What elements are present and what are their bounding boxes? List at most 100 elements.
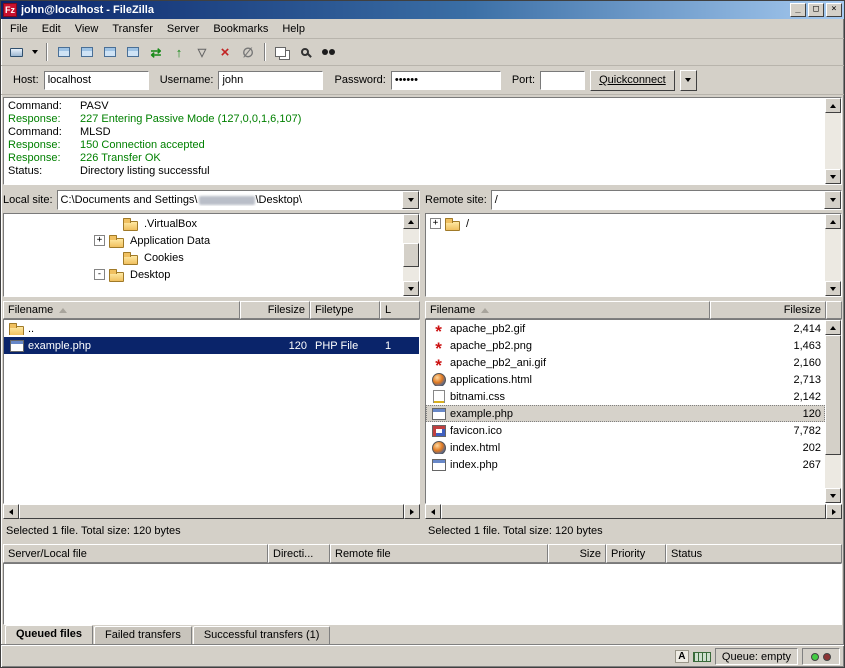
column-server-local-file[interactable]: Server/Local file — [3, 544, 268, 563]
scroll-left-button[interactable] — [425, 504, 441, 519]
scroll-thumb[interactable] — [441, 504, 826, 519]
file-row[interactable]: index.php267 — [426, 456, 825, 473]
column-filename[interactable]: Filename — [3, 301, 240, 319]
collapse-minus-icon[interactable]: - — [94, 269, 105, 280]
host-input[interactable] — [44, 71, 149, 90]
file-row[interactable]: apache_pb2.png1,463 — [426, 337, 825, 354]
column-direction[interactable]: Directi... — [268, 544, 330, 563]
disconnect-icon[interactable] — [237, 41, 259, 63]
minimize-button[interactable]: _ — [790, 3, 806, 17]
file-row[interactable]: apache_pb2_ani.gif2,160 — [426, 354, 825, 371]
queue-tabs: Queued files Failed transfers Successful… — [1, 625, 844, 645]
remote-tree-scrollbar[interactable] — [825, 214, 841, 296]
log-line: Response:227 Entering Passive Mode (127,… — [8, 113, 823, 126]
scroll-up-button[interactable] — [403, 214, 419, 229]
toggle-remote-tree-icon[interactable] — [99, 41, 121, 63]
transfer-queue-list[interactable] — [3, 563, 842, 625]
file-row-parent-dir[interactable]: .. — [4, 320, 419, 337]
process-queue-icon[interactable] — [168, 41, 190, 63]
expand-plus-icon[interactable]: + — [94, 235, 105, 246]
toggle-log-icon[interactable] — [53, 41, 75, 63]
transfer-type-indicator-icon[interactable]: A — [675, 650, 689, 663]
toggle-queue-icon[interactable] — [122, 41, 144, 63]
menu-edit[interactable]: Edit — [35, 21, 68, 37]
redacted-username — [199, 196, 255, 205]
column-remote-file[interactable]: Remote file — [330, 544, 548, 563]
menu-server[interactable]: Server — [160, 21, 206, 37]
refresh-icon[interactable] — [145, 41, 167, 63]
local-tree-scrollbar[interactable] — [403, 214, 419, 296]
scroll-up-button[interactable] — [825, 320, 841, 335]
file-row-example-php[interactable]: example.php120 — [426, 405, 825, 422]
local-status-text: Selected 1 file. Total size: 120 bytes — [3, 521, 420, 540]
quickconnect-button[interactable]: Quickconnect — [590, 70, 675, 91]
column-filesize[interactable]: Filesize — [240, 301, 310, 319]
scroll-left-button[interactable] — [3, 504, 19, 519]
file-row[interactable]: applications.html2,713 — [426, 371, 825, 388]
find-files-icon[interactable] — [294, 41, 316, 63]
directory-comparison-icon[interactable] — [271, 41, 293, 63]
tree-item-application-data[interactable]: +Application Data — [4, 232, 403, 249]
scroll-right-button[interactable] — [404, 504, 420, 519]
cancel-icon[interactable] — [214, 41, 236, 63]
close-button[interactable]: × — [826, 3, 842, 17]
username-input[interactable] — [218, 71, 323, 90]
log-scrollbar[interactable] — [825, 98, 841, 184]
column-size[interactable]: Size — [548, 544, 606, 563]
filter-icon[interactable] — [191, 41, 213, 63]
tab-failed-transfers[interactable]: Failed transfers — [94, 626, 192, 645]
menu-file[interactable]: File — [3, 21, 35, 37]
scroll-thumb[interactable] — [19, 504, 404, 519]
column-status[interactable]: Status — [666, 544, 842, 563]
file-row[interactable]: index.html202 — [426, 439, 825, 456]
column-last-modified[interactable]: L — [380, 301, 420, 319]
site-manager-dropdown-icon[interactable] — [28, 41, 41, 63]
column-filetype[interactable]: Filetype — [310, 301, 380, 319]
scroll-thumb[interactable] — [825, 335, 841, 455]
maximize-button[interactable]: □ — [808, 3, 824, 17]
scroll-down-button[interactable] — [825, 281, 841, 296]
menu-help[interactable]: Help — [275, 21, 312, 37]
file-row[interactable]: favicon.ico7,782 — [426, 422, 825, 439]
scroll-down-button[interactable] — [403, 281, 419, 296]
scroll-up-button[interactable] — [825, 98, 841, 113]
column-filename[interactable]: Filename — [425, 301, 710, 319]
scroll-thumb[interactable] — [403, 243, 419, 267]
toggle-local-tree-icon[interactable] — [76, 41, 98, 63]
tree-item-virtualbox[interactable]: .VirtualBox — [4, 215, 403, 232]
image-file-icon — [430, 356, 447, 369]
remote-hscrollbar[interactable] — [425, 504, 842, 519]
menu-bookmarks[interactable]: Bookmarks — [206, 21, 275, 37]
file-row-example-php[interactable]: example.php 120 PHP File 1 — [4, 337, 419, 354]
menu-view[interactable]: View — [68, 21, 106, 37]
expand-plus-icon[interactable]: + — [430, 218, 441, 229]
file-row[interactable]: bitnami.css2,142 — [426, 388, 825, 405]
titlebar[interactable]: Fz john@localhost - FileZilla _ □ × — [1, 1, 844, 19]
site-manager-icon[interactable] — [5, 41, 27, 63]
tree-item-desktop[interactable]: -Desktop — [4, 266, 403, 283]
password-input[interactable] — [391, 71, 501, 90]
local-site-dropdown-button[interactable] — [402, 191, 419, 209]
local-hscrollbar[interactable] — [3, 504, 420, 519]
remote-site-combobox[interactable]: / — [491, 190, 842, 210]
tree-item-root[interactable]: +/ — [426, 215, 825, 232]
remote-list-scrollbar[interactable] — [825, 320, 841, 503]
scroll-down-button[interactable] — [825, 169, 841, 184]
local-site-combobox[interactable]: C:\Documents and Settings\\Desktop\ — [57, 190, 420, 210]
remote-site-dropdown-button[interactable] — [824, 191, 841, 209]
php-file-icon — [430, 458, 447, 471]
port-input[interactable] — [540, 71, 585, 90]
local-directory-tree: .VirtualBox +Application Data Cookies -D… — [3, 213, 420, 297]
scroll-down-button[interactable] — [825, 488, 841, 503]
tab-queued-files[interactable]: Queued files — [5, 625, 93, 645]
column-filesize[interactable]: Filesize — [710, 301, 826, 319]
quickconnect-dropdown-button[interactable] — [680, 70, 697, 91]
scroll-up-button[interactable] — [825, 214, 841, 229]
column-priority[interactable]: Priority — [606, 544, 666, 563]
tab-successful-transfers[interactable]: Successful transfers (1) — [193, 626, 331, 645]
tree-item-cookies[interactable]: Cookies — [4, 249, 403, 266]
scroll-right-button[interactable] — [826, 504, 842, 519]
menu-transfer[interactable]: Transfer — [105, 21, 160, 37]
synchronized-browsing-icon[interactable] — [317, 41, 339, 63]
file-row[interactable]: apache_pb2.gif2,414 — [426, 320, 825, 337]
